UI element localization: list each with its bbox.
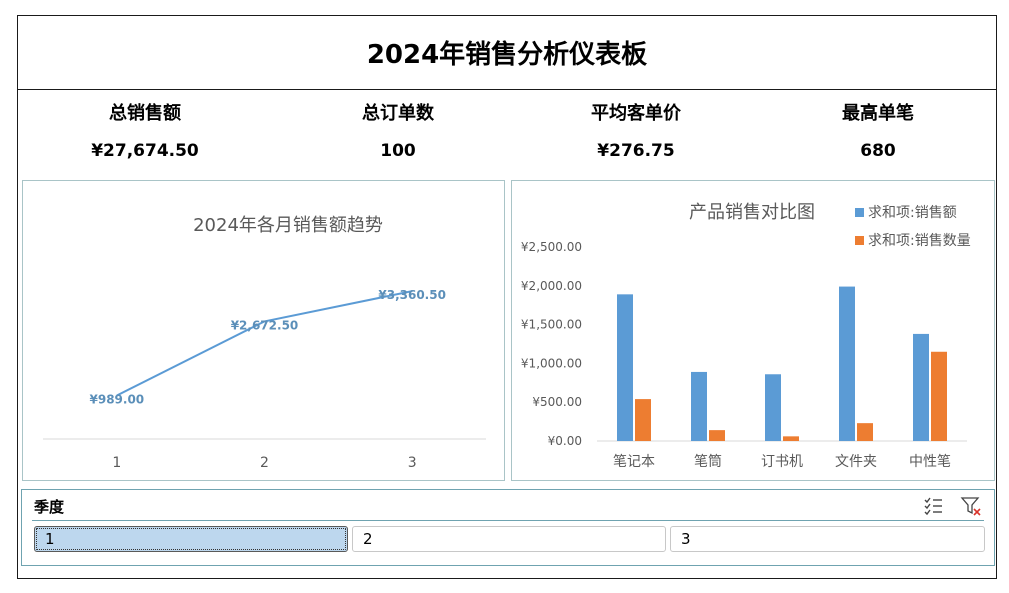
x-tick-label: 笔筒 [694,453,722,470]
bar-sales-amount[interactable] [839,286,855,441]
y-tick-label: ¥0.00 [548,434,582,448]
y-tick-label: ¥1,000.00 [521,356,582,370]
x-tick-label: 3 [408,455,417,471]
kpi-label: 总销售额 [109,103,181,124]
y-tick-label: ¥2,000.00 [521,279,582,293]
bar-sales-quantity[interactable] [783,436,799,441]
kpi-label: 总订单数 [362,103,434,124]
kpi-label: 最高单笔 [842,103,914,124]
slicer-item-quarter-1[interactable]: 1 [34,526,348,552]
kpi-max-single: 最高单笔 680 [778,102,978,162]
dashboard-title: 2024年销售分析仪表板 [366,40,648,70]
line-chart-svg: 2024年各月销售额趋势 ¥989.00 1 ¥2,672.50 2 ¥3,360.50 3 [43,215,486,471]
slicer-item-quarter-3[interactable]: 3 [670,526,985,552]
dashboard-frame: 2024年销售分析仪表板 总销售额 ¥27,674.50 总订单数 100 平均… [17,15,997,579]
bar-chart-svg: 产品销售对比图 ¥0.00 ¥500.00 ¥1,000.00 ¥1,500.00 ¥2,… [521,202,971,470]
legend-swatch [855,208,864,217]
bar-sales-quantity[interactable] [709,430,725,441]
bar-sales-quantity[interactable] [931,351,947,441]
legend-swatch [855,236,864,245]
bar-sales-amount[interactable] [765,374,781,441]
legend-label: 求和项:销售数量 [868,233,971,249]
kpi-value: ¥276.75 [597,141,675,161]
bar-sales-quantity[interactable] [635,399,651,441]
y-tick-label: ¥1,500.00 [521,318,582,332]
slicer-item-quarter-2[interactable]: 2 [352,526,666,552]
kpi-total-orders: 总订单数 100 [298,102,498,162]
x-tick-label: 中性笔 [909,454,951,470]
clear-filter-icon[interactable] [960,495,982,517]
kpi-value: 680 [860,141,896,161]
product-sales-comparison-chart[interactable]: 产品销售对比图 ¥0.00 ¥500.00 ¥1,000.00 ¥1,500.00 ¥2,… [511,180,995,481]
kpi-total-sales: 总销售额 ¥27,674.50 [45,102,245,162]
data-label: ¥2,672.50 [231,318,299,332]
x-tick-label: 笔记本 [613,454,655,470]
bar-sales-amount[interactable] [617,294,633,441]
x-tick-label: 1 [112,455,121,471]
monthly-sales-trend-chart[interactable]: 2024年各月销售额趋势 ¥989.00 1 ¥2,672.50 2 ¥3,360.50 3 [22,180,505,481]
y-tick-label: ¥2,500.00 [521,240,582,254]
chart-title: 产品销售对比图 [689,202,815,223]
multi-select-icon[interactable] [922,495,944,517]
kpi-average-order: 平均客单价 ¥276.75 [536,102,736,162]
title-bar: 2024年销售分析仪表板 [18,16,996,90]
slicer-divider [32,520,984,521]
chart-title: 2024年各月销售额趋势 [193,215,383,236]
x-tick-label: 2 [260,455,269,471]
x-tick-label: 文件夹 [835,454,877,470]
slicer-header: 季度 [22,490,994,520]
bar-sales-amount[interactable] [913,333,929,441]
y-tick-label: ¥500.00 [532,395,582,409]
bar-sales-amount[interactable] [691,371,707,441]
data-label: ¥3,360.50 [378,288,446,302]
legend-label: 求和项:销售额 [868,205,957,221]
data-label: ¥989.00 [90,392,145,406]
kpi-value: 100 [380,141,416,161]
slicer-title: 季度 [34,498,65,516]
kpi-value: ¥27,674.50 [91,141,199,161]
x-tick-label: 订书机 [761,454,803,470]
kpi-label: 平均客单价 [591,103,681,124]
bar-sales-quantity[interactable] [857,423,873,441]
line-series-sales [116,290,413,397]
quarter-slicer[interactable]: 季度 1 2 3 [21,489,995,566]
